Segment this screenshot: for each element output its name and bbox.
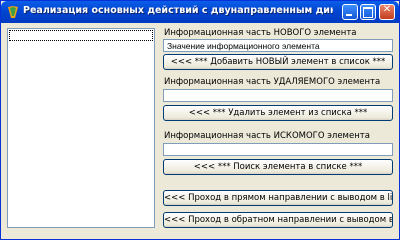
search-element-button[interactable]: <<< *** Поиск элемента в списке *** <box>163 159 393 175</box>
maximize-button[interactable] <box>360 4 376 20</box>
traverse-forward-button[interactable]: <<< Проход в прямом направлении с выводо… <box>163 190 393 206</box>
add-element-button[interactable]: <<< *** Добавить НОВЫЙ элемент в список … <box>163 54 393 70</box>
window-title: Реализация основных действий с двунаправ… <box>23 5 333 16</box>
list-output-box[interactable] <box>7 28 155 228</box>
search-element-label: Информационная часть ИСКОМОГО элемента <box>164 131 370 141</box>
delete-element-button[interactable]: <<< *** Удалить элемент из списка *** <box>163 105 393 121</box>
new-element-input[interactable] <box>163 39 393 52</box>
maximize-icon <box>363 7 373 18</box>
delete-element-label: Информационная часть УДАЛЯЕМОГО элемента <box>164 77 381 87</box>
title-bar[interactable]: Реализация основных действий с двунаправ… <box>1 1 399 23</box>
new-element-label: Информационная часть НОВОГО элемента <box>164 28 357 38</box>
minimize-icon <box>346 14 352 16</box>
delete-element-input[interactable] <box>163 89 393 102</box>
main-window: Реализация основных действий с двунаправ… <box>0 0 400 240</box>
traverse-backward-button[interactable]: <<< Проход в обратном направлении с выво… <box>163 212 393 228</box>
close-icon: ✕ <box>382 4 392 15</box>
focus-rectangle <box>9 30 153 41</box>
minimize-button[interactable] <box>342 4 358 20</box>
close-button[interactable]: ✕ <box>379 4 395 20</box>
search-element-input[interactable] <box>163 143 393 156</box>
app-logo-icon <box>8 6 18 18</box>
